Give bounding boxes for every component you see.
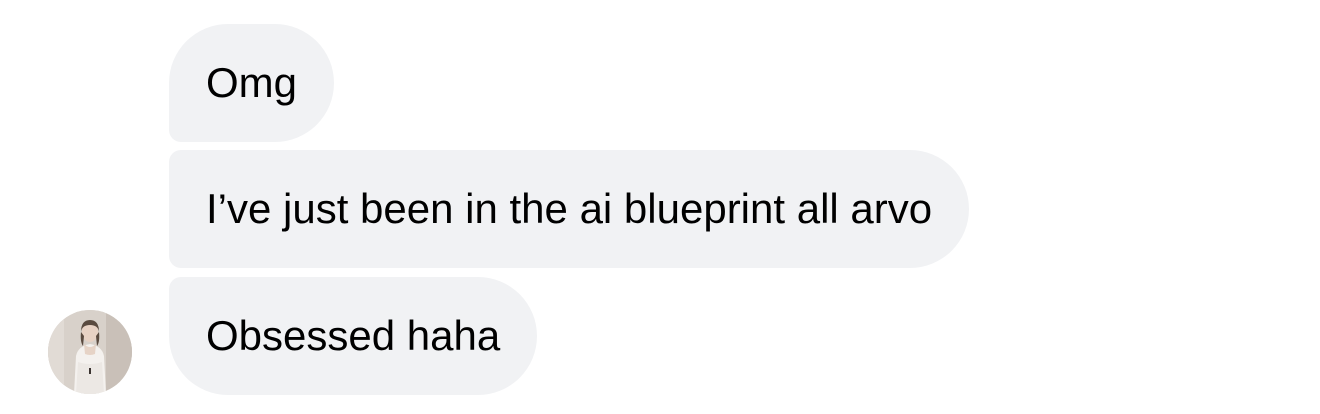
sender-avatar[interactable]: [48, 310, 132, 394]
message-text: Omg: [206, 59, 298, 106]
message-bubble[interactable]: Omg: [169, 24, 335, 142]
message-bubble[interactable]: I’ve just been in the ai blueprint all a…: [169, 150, 970, 268]
message-text: Obsessed haha: [206, 312, 501, 359]
message-bubble[interactable]: Obsessed haha: [169, 277, 538, 395]
profile-photo-icon: [48, 310, 132, 394]
message-thread: Omg I’ve just been in the ai blueprint a…: [0, 0, 1320, 414]
message-text: I’ve just been in the ai blueprint all a…: [206, 185, 933, 232]
